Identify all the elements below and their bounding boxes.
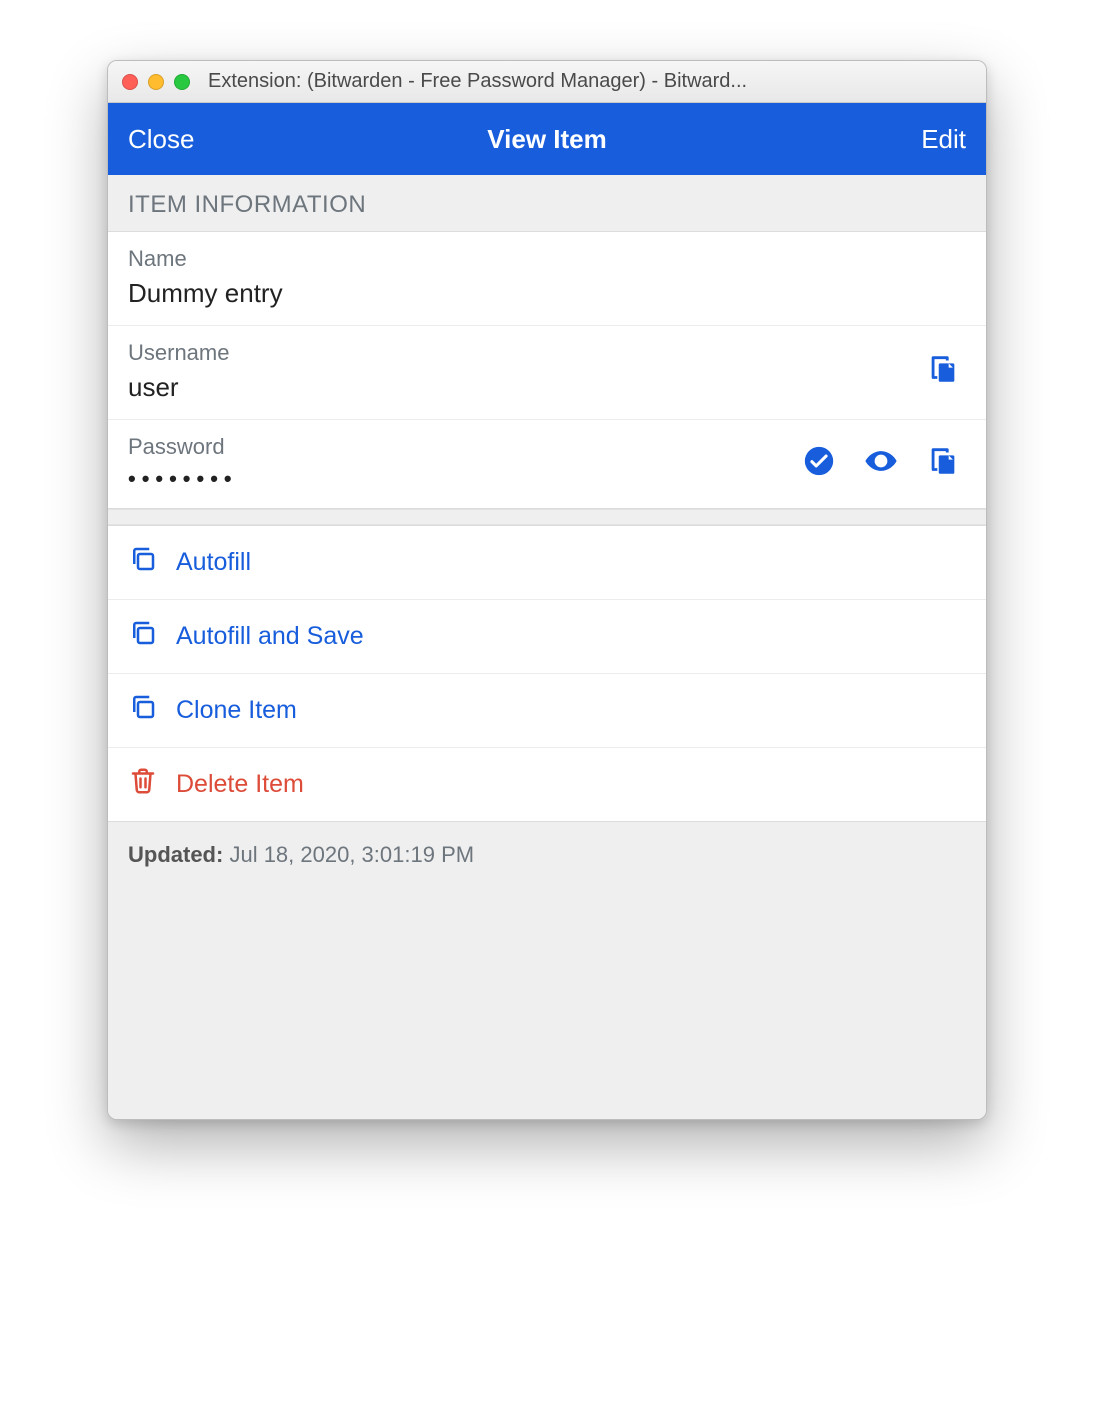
window-close-button[interactable] [122, 74, 138, 90]
close-button[interactable]: Close [128, 124, 194, 154]
autofill-button[interactable]: Autofill [108, 526, 986, 600]
clone-icon [128, 544, 158, 581]
field-username-row: Username user [108, 326, 986, 420]
delete-item-label: Delete Item [176, 770, 304, 799]
field-password-row: Password •••••••• [108, 420, 986, 508]
autofill-save-button[interactable]: Autofill and Save [108, 600, 986, 674]
section-spacer [108, 509, 986, 525]
app-window: Extension: (Bitwarden - Free Password Ma… [107, 60, 987, 1120]
clone-icon [128, 692, 158, 729]
field-name-row: Name Dummy entry [108, 232, 986, 326]
updated-value: Jul 18, 2020, 3:01:19 PM [229, 842, 474, 867]
window-zoom-button[interactable] [174, 74, 190, 90]
field-password-label: Password [128, 434, 802, 460]
clone-item-button[interactable]: Clone Item [108, 674, 986, 748]
item-info-card: Name Dummy entry Username user Password [108, 231, 986, 509]
autofill-save-label: Autofill and Save [176, 622, 364, 651]
window-minimize-button[interactable] [148, 74, 164, 90]
copy-password-icon[interactable] [926, 444, 960, 483]
edit-button[interactable]: Edit [921, 124, 966, 154]
delete-item-button[interactable]: Delete Item [108, 748, 986, 821]
check-password-icon[interactable] [802, 444, 836, 483]
trash-icon [128, 766, 158, 803]
field-name-label: Name [128, 246, 966, 272]
autofill-label: Autofill [176, 548, 251, 577]
field-password-value: •••••••• [128, 466, 802, 492]
field-username-label: Username [128, 340, 926, 366]
page-title: View Item [208, 124, 886, 155]
traffic-lights [122, 74, 190, 90]
titlebar: Extension: (Bitwarden - Free Password Ma… [108, 61, 986, 103]
field-username-value: user [128, 372, 926, 403]
updated-label: Updated: [128, 842, 223, 867]
toggle-password-visibility-icon[interactable] [864, 444, 898, 483]
window-title: Extension: (Bitwarden - Free Password Ma… [208, 70, 972, 93]
section-label-item-info: ITEM INFORMATION [108, 175, 986, 231]
clone-icon [128, 618, 158, 655]
copy-username-icon[interactable] [926, 352, 960, 391]
clone-item-label: Clone Item [176, 696, 297, 725]
actions-card: Autofill Autofill and Save Clone Item [108, 525, 986, 822]
content-area: ITEM INFORMATION Name Dummy entry Userna… [108, 175, 986, 1119]
app-header: Close View Item Edit [108, 103, 986, 175]
field-name-value: Dummy entry [128, 278, 966, 309]
footer: Updated: Jul 18, 2020, 3:01:19 PM [108, 822, 986, 1119]
